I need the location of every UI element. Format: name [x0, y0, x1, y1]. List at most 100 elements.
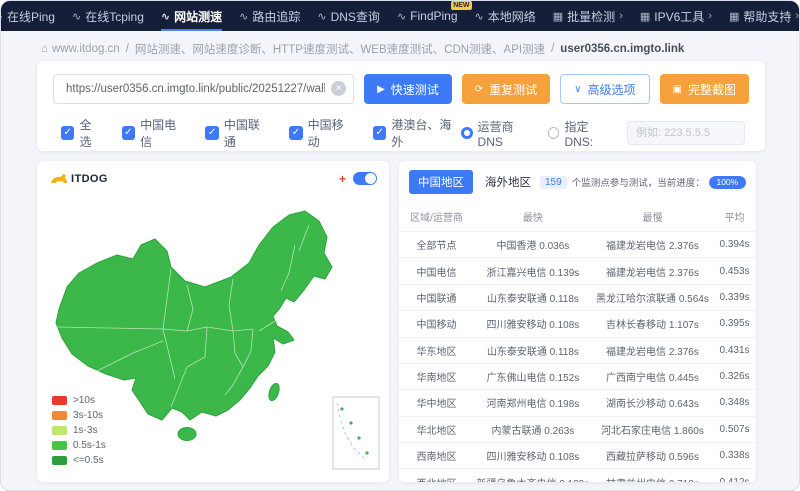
tab-china[interactable]: 中国地区: [409, 170, 473, 194]
breadcrumb-separator: /: [125, 43, 129, 55]
breadcrumb-section: 网站测速、网站速度诊断、HTTP速度测试、WEB速度测试、CDN测速、API测速: [134, 44, 546, 56]
nav-item[interactable]: ∿ 在线Ping: [1, 1, 55, 31]
isp-checkbox[interactable]: 中国电信: [121, 116, 187, 150]
isp-checkbox[interactable]: 全选: [61, 116, 103, 150]
legend-label: 1s-3s: [73, 425, 98, 436]
nav-item-label: DNS查询: [330, 9, 380, 24]
map-toggle[interactable]: [353, 172, 377, 185]
cell-average: 0.412s: [713, 471, 756, 482]
radio-carrier-label: 运营商DNS: [477, 119, 514, 149]
isp-checkbox[interactable]: 中国联通: [205, 116, 270, 150]
cell-slowest: 吉林长春移动 1.107s: [606, 320, 699, 332]
nav-item-label: 本地网络: [487, 9, 536, 24]
dog-icon: [51, 174, 67, 183]
nav-item[interactable]: ▦ IPV6工具 ›: [640, 1, 712, 31]
cell-slowest: 广西南宁电信 0.445s: [606, 373, 699, 385]
top-navbar: ⌂ 首页 ∿ 在线Ping ∿ 在线Tcping ∿ 网站测速 ∿ 路由追踪 ∿…: [1, 1, 799, 31]
cell-slowest: 甘肃兰州电信 0.718s: [592, 469, 713, 482]
cell-region: 全部节点: [416, 241, 457, 253]
custom-dns-input[interactable]: [627, 121, 745, 145]
tab-overseas[interactable]: 海外地区: [476, 170, 540, 194]
cell-average: 0.507s: [719, 423, 750, 435]
radio-custom-dns[interactable]: 指定DNS:: [548, 118, 614, 149]
map-legend: >10s 3s-10s 1s-3s 0.5s-1s <=0.5s: [52, 395, 106, 466]
nav-item[interactable]: ▦ 帮助支持 ›: [729, 1, 799, 31]
checkbox-label: 港澳台、海外: [391, 118, 452, 149]
breadcrumb-current[interactable]: user0356.cn.imgto.link: [560, 43, 684, 55]
isp-checkbox[interactable]: 中国移动: [289, 116, 354, 150]
legend-swatch: [52, 456, 67, 465]
breadcrumb-home[interactable]: ⌂ www.itdog.cn: [41, 43, 120, 55]
legend-label: >10s: [73, 395, 95, 406]
map-tools: +: [339, 172, 377, 185]
isp-checkbox[interactable]: 港澳台、海外: [372, 116, 461, 150]
map-card: ITDOG + >10s 3s-10s 1s-3s 0.5s-1s <=0.5s: [37, 161, 389, 482]
toggle-knob-icon: [365, 173, 376, 184]
cell-fastest: 中国香港 0.036s: [496, 241, 570, 253]
nav-items: ⌂ 首页 ∿ 在线Ping ∿ 在线Tcping ∿ 网站测速 ∿ 路由追踪 ∿…: [1, 1, 799, 31]
node-count-badge: 159: [540, 175, 567, 189]
radio-carrier-dns[interactable]: 运营商DNS: [460, 118, 535, 149]
checkbox-checked-icon: [121, 126, 136, 140]
cell-fastest: 浙江嘉兴电信 0.139s: [486, 267, 580, 279]
checkbox-label: 中国移动: [307, 118, 344, 149]
col-slowest: 最慢: [642, 213, 663, 224]
action-button[interactable]: ∨ 高级选项: [560, 74, 650, 104]
table-row: 西南地区 四川雅安移动 0.108s 西藏拉萨移动 0.596s 0.338s: [399, 443, 756, 470]
legend-label: <=0.5s: [73, 455, 104, 466]
legend-item: 3s-10s: [52, 410, 106, 421]
results-card: 中国地区 海外地区 159 个监测点参与测试，当前进度： 100% 区域/运营商…: [399, 161, 756, 482]
nav-item[interactable]: ∿ FindPing NEW: [396, 1, 472, 31]
cell-region: 西南地区: [416, 452, 457, 464]
clear-input-icon[interactable]: [331, 81, 347, 96]
nav-item-label: 批量检测: [567, 9, 616, 24]
pulse-icon: ∿: [396, 10, 407, 23]
cell-slowest: 西藏拉萨移动 0.596s: [606, 452, 699, 464]
table-row: 全部节点 中国香港 0.036s 福建龙岩电信 2.376s 0.394s: [399, 232, 756, 259]
col-average: 平均: [724, 213, 745, 224]
cell-slowest: 河北石家庄电信 1.860s: [601, 425, 704, 437]
chevron-right-icon: ›: [795, 10, 800, 22]
play-icon: ▶: [377, 83, 385, 95]
checkbox-checked-icon: [61, 126, 75, 140]
url-input[interactable]: [53, 74, 355, 104]
pulse-icon: ∿: [71, 10, 82, 23]
legend-item: >10s: [52, 395, 106, 406]
cell-slowest: 福建龙岩电信 2.376s: [606, 267, 699, 279]
pulse-icon: ∿: [160, 10, 171, 23]
cell-slowest: 湖南长沙移动 0.643s: [606, 399, 699, 411]
col-fastest: 最快: [522, 213, 543, 224]
checkbox-checked-icon: [289, 126, 303, 140]
cell-slowest: 福建龙岩电信 2.376s: [606, 346, 699, 358]
cell-region: 中国电信: [416, 267, 457, 279]
nav-item[interactable]: ▦ 批量检测 ›: [553, 1, 623, 31]
breadcrumb: ⌂ www.itdog.cn / 网站测速、网站速度诊断、HTTP速度测试、WE…: [41, 41, 799, 57]
nav-item[interactable]: ∿ DNS查询: [317, 1, 380, 31]
nav-item-label: 网站测速: [174, 9, 223, 24]
grid-icon: ▦: [728, 10, 740, 23]
table-row: 华东地区 山东泰安联通 0.118s 福建龙岩电信 2.376s 0.431s: [399, 338, 756, 364]
action-button[interactable]: ⟳ 重复测试: [461, 74, 551, 104]
radio-off-icon: [548, 127, 560, 139]
new-badge: NEW: [451, 1, 472, 10]
results-table-body: 全部节点 中国香港 0.036s 福建龙岩电信 2.376s 0.394s 中国…: [399, 232, 756, 482]
pulse-icon: ∿: [1, 10, 3, 23]
cell-fastest: 四川雅安移动 0.108s: [486, 320, 580, 332]
repeat-icon: ⟳: [474, 83, 484, 95]
nav-item[interactable]: ∿ 在线Tcping: [72, 1, 144, 31]
nav-item[interactable]: ∿ 路由追踪: [239, 1, 300, 31]
nav-item-label: 帮助支持: [743, 9, 792, 24]
cell-average: 0.348s: [719, 397, 750, 409]
table-row: 华南地区 广东佛山电信 0.152s 广西南宁电信 0.445s 0.326s: [399, 364, 756, 391]
pulse-icon: ∿: [317, 10, 327, 23]
itdog-logo: ITDOG: [49, 171, 108, 186]
action-button[interactable]: ▣ 完整截图: [659, 74, 749, 104]
nav-item[interactable]: ∿ 网站测速: [160, 1, 223, 31]
col-region: 区域/运营商: [410, 213, 463, 224]
progress-fill: 100%: [708, 175, 746, 189]
cell-fastest: 山东泰安联通 0.118s: [486, 346, 579, 358]
cell-average: 0.431s: [719, 344, 750, 356]
action-button[interactable]: ▶ 快速测试: [364, 74, 452, 104]
nav-item[interactable]: ∿ 本地网络: [475, 1, 536, 31]
cell-slowest: 黑龙江哈尔滨联通 0.564s: [596, 293, 709, 305]
